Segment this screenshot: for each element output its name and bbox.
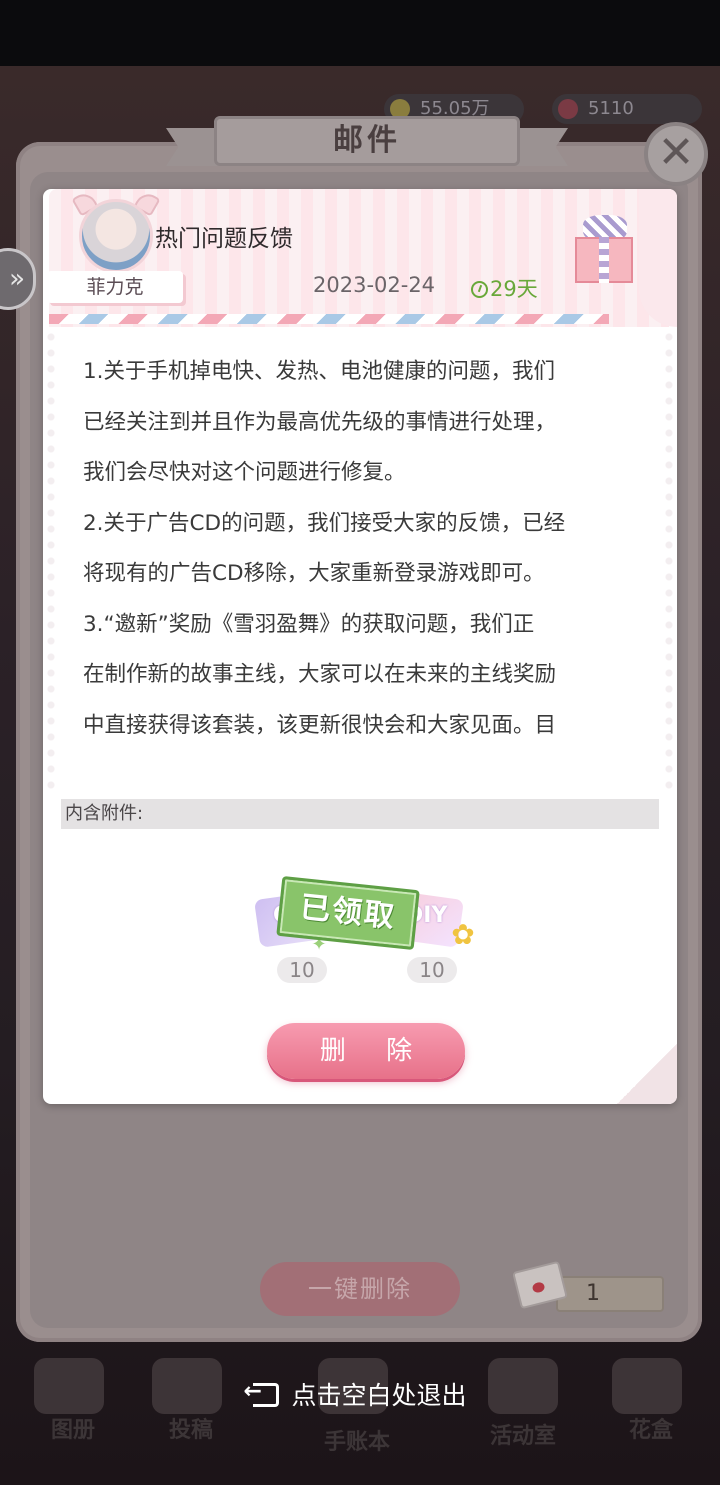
mail-title-banner: 邮件 [214, 116, 520, 166]
exit-icon [243, 1379, 280, 1407]
expire-countdown: 29天 [471, 273, 538, 303]
lace-border-right [661, 329, 677, 789]
mail-body[interactable]: 1.关于手机掉电快、发热、电池健康的问题，我们 已经关注到并且作为最高优先级的事… [83, 347, 643, 747]
gift-icon [573, 213, 635, 283]
bulk-delete-button[interactable]: 一键删除 [260, 1262, 460, 1316]
close-icon: ✕ [657, 127, 695, 178]
mail-count: 1 [556, 1276, 664, 1312]
nav-item-activity[interactable]: 活动室 [468, 1418, 578, 1450]
mail-subject: 热门问题反馈 [155, 226, 293, 252]
close-button[interactable]: ✕ [644, 122, 708, 186]
sender-name: 菲力克 [86, 276, 144, 298]
nav-item-album[interactable]: 图册 [18, 1412, 128, 1444]
gem-icon [558, 99, 578, 119]
nav-item-flowerbox[interactable]: 花盒 [596, 1412, 706, 1444]
attachment-qty: 10 [277, 957, 327, 983]
attachments-label: 内含附件: [61, 799, 659, 829]
mail-title: 邮件 [333, 123, 401, 158]
lace-border-left [43, 329, 59, 789]
mail-body-line: 1.关于手机掉电快、发热、电池健康的问题，我们 [83, 359, 556, 384]
mail-date: 2023-02-24 [313, 273, 436, 297]
flower-icon: ✿ [451, 918, 475, 951]
mail-body-line: 2.关于广告CD的问题，我们接受大家的反馈，已经 [83, 510, 566, 536]
sender-plate: 菲力克 [47, 271, 183, 303]
currency-b: 5110 [552, 94, 702, 124]
attachment-qty: 10 [407, 957, 457, 983]
mail-body-line: 3.“邀新”奖励《雪羽盈舞》的获取问题，我们正 [83, 611, 535, 637]
delete-button[interactable]: 删 除 [267, 1023, 465, 1079]
mail-body-line: 将现有的广告CD移除，大家重新登录游戏即可。 [83, 561, 545, 586]
mail-body-line: 在制作新的故事主线，大家可以在未来的主线奖励 [83, 662, 557, 687]
mail-body-line: 已经关注到并且作为最高优先级的事情进行处理， [83, 409, 557, 435]
mail-detail-card: 菲力克 热门问题反馈 2023-02-24 29天 1.关于手机掉电快、发热、电… [43, 189, 677, 1104]
airmail-stripe [49, 314, 609, 324]
header-curl [639, 189, 677, 327]
nav-item-notebook[interactable]: 手账本 [302, 1424, 412, 1456]
sender-avatar [79, 199, 153, 273]
clock-icon [471, 281, 488, 298]
bottom-nav: 图册 投稿 手账本 活动室 花盒 [0, 1350, 720, 1485]
mail-body-line: 我们会尽快对这个问题进行修复。 [83, 460, 406, 485]
exit-hint[interactable]: 点击空白处退出 [0, 1376, 720, 1412]
mail-body-line: 中直接获得该套装，该更新很快会和大家见面。目 [83, 712, 557, 738]
card-corner-deco [617, 1044, 677, 1104]
nav-item-submit[interactable]: 投稿 [136, 1412, 246, 1444]
chevron-right-icon: » [9, 264, 25, 294]
